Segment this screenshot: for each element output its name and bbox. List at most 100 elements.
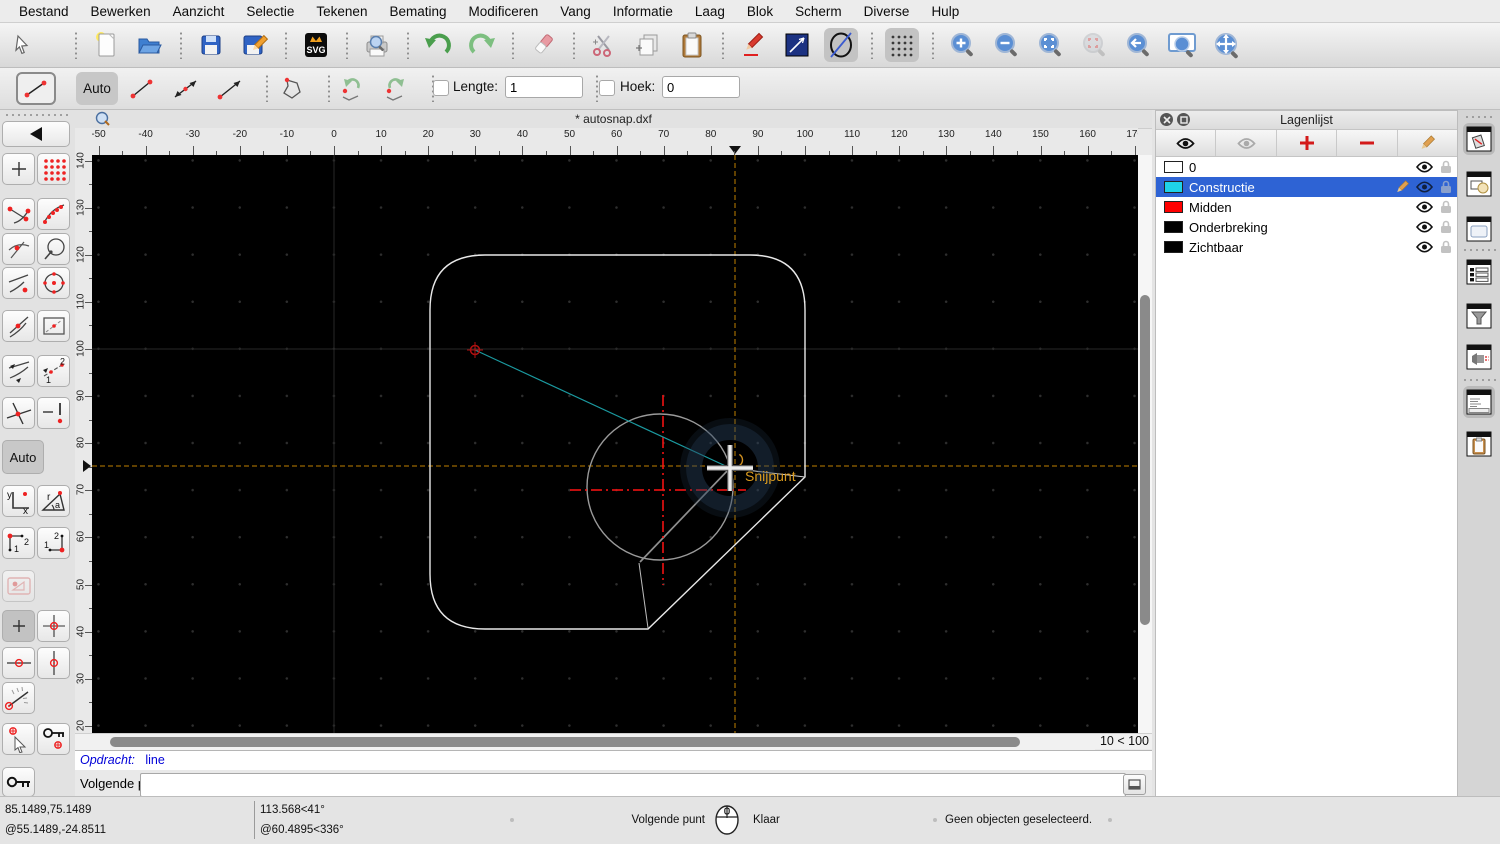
segment-mode-button[interactable] xyxy=(122,72,162,105)
menu-diverse[interactable]: Diverse xyxy=(853,4,921,19)
snap-endpoint-button[interactable] xyxy=(2,198,35,230)
restrict-image-button[interactable] xyxy=(2,570,35,602)
select-tool-button[interactable] xyxy=(5,28,39,62)
horizontal-scrollbar-thumb[interactable] xyxy=(110,737,1020,747)
edit-layer-button[interactable] xyxy=(1398,130,1457,156)
dock-library-panel-button[interactable] xyxy=(1463,213,1495,245)
snap-tangent-button[interactable] xyxy=(2,310,35,342)
open-file-button[interactable] xyxy=(133,28,167,62)
line-both-directions-button[interactable] xyxy=(166,72,206,105)
layer-visibility-toggle[interactable] xyxy=(1413,201,1435,213)
dock-filter-panel-button[interactable] xyxy=(1463,300,1495,332)
angle-checkbox[interactable] xyxy=(599,80,615,96)
cut-button[interactable] xyxy=(587,28,621,62)
vertical-scrollbar[interactable] xyxy=(1138,155,1152,733)
save-button[interactable] xyxy=(194,28,228,62)
menu-vang[interactable]: Vang xyxy=(549,4,602,19)
menu-aanzicht[interactable]: Aanzicht xyxy=(162,4,236,19)
menu-bewerken[interactable]: Bewerken xyxy=(80,4,162,19)
add-layer-button[interactable] xyxy=(1277,130,1337,156)
restrict-orthogonal-button[interactable] xyxy=(37,610,70,642)
coordinate-polar-button[interactable]: ra xyxy=(37,485,70,517)
document-titlebar[interactable]: * autosnap.dxf xyxy=(75,110,1152,129)
menu-bemating[interactable]: Bemating xyxy=(378,4,457,19)
layer-lock-toggle[interactable] xyxy=(1435,240,1457,254)
dock-clipboard-panel-button[interactable] xyxy=(1463,428,1495,460)
zoom-auto-button[interactable] xyxy=(1034,28,1068,62)
layer-row-midden[interactable]: Midden xyxy=(1156,197,1457,217)
layer-lock-toggle[interactable] xyxy=(1435,200,1457,214)
ellipse-category-button[interactable] xyxy=(824,28,858,62)
redo-button[interactable] xyxy=(465,28,499,62)
restrict-nothing-button[interactable] xyxy=(2,610,35,642)
palette-back-button[interactable] xyxy=(2,121,70,147)
panel-close-button[interactable] xyxy=(1160,113,1173,126)
layer-row-constructie[interactable]: Constructie xyxy=(1156,177,1457,197)
layer-visibility-toggle[interactable] xyxy=(1413,221,1435,233)
menu-blok[interactable]: Blok xyxy=(736,4,784,19)
snap-center-button[interactable] xyxy=(37,267,70,299)
menu-laag[interactable]: Laag xyxy=(684,4,736,19)
zoom-selected-button[interactable] xyxy=(1078,28,1112,62)
auto-mode-button[interactable]: Auto xyxy=(76,72,118,105)
layer-lock-toggle[interactable] xyxy=(1435,160,1457,174)
restrict-vertical-button[interactable] xyxy=(37,647,70,679)
panel-float-button[interactable] xyxy=(1177,113,1190,126)
pen-tool-button[interactable] xyxy=(736,28,770,62)
layer-row-0[interactable]: 0 xyxy=(1156,157,1457,177)
snap-free-button[interactable] xyxy=(2,153,35,185)
hide-all-layers-button[interactable] xyxy=(1216,130,1276,156)
dock-layer-panel-button[interactable] xyxy=(1463,123,1495,155)
menu-selectie[interactable]: Selectie xyxy=(235,4,305,19)
snap-grid-button[interactable] xyxy=(37,153,70,185)
zoom-in-button[interactable] xyxy=(946,28,980,62)
snap-distance-button[interactable] xyxy=(2,355,35,387)
dock-command-widget-button[interactable] xyxy=(1463,341,1495,373)
snap-distance-manual-button[interactable]: 12 xyxy=(37,355,70,387)
palette-drag-handle[interactable] xyxy=(4,113,68,116)
new-document-button[interactable] xyxy=(89,28,123,62)
menu-bestand[interactable]: Bestand xyxy=(8,4,80,19)
zoom-previous-button[interactable] xyxy=(1122,28,1156,62)
dock-block-panel-button[interactable] xyxy=(1463,168,1495,200)
layer-visibility-toggle[interactable] xyxy=(1413,241,1435,253)
restrict-intersection-manual-button[interactable] xyxy=(37,397,70,429)
menu-modificeren[interactable]: Modificeren xyxy=(458,4,550,19)
show-all-layers-button[interactable] xyxy=(1156,130,1216,156)
length-checkbox[interactable] xyxy=(433,80,449,96)
snap-on-entity-button[interactable] xyxy=(37,198,70,230)
close-polyline-button[interactable] xyxy=(272,72,312,105)
snap-intersection-auto-button[interactable] xyxy=(2,233,35,265)
command-options-button[interactable] xyxy=(1123,774,1146,795)
snap-middle-button[interactable] xyxy=(37,310,70,342)
layer-row-zichtbaar[interactable]: Zichtbaar xyxy=(1156,237,1457,257)
horizontal-scrollbar[interactable] xyxy=(75,733,1095,750)
relative-point-1-button[interactable]: 12 xyxy=(2,527,35,559)
zoom-window-button[interactable] xyxy=(1166,28,1200,62)
length-input[interactable] xyxy=(505,76,583,98)
line-category-button[interactable] xyxy=(780,28,814,62)
flap-edge-line[interactable] xyxy=(639,563,648,628)
zoom-pan-button[interactable] xyxy=(1210,28,1244,62)
set-relative-zero-button[interactable] xyxy=(2,723,35,755)
menu-informatie[interactable]: Informatie xyxy=(602,4,684,19)
undo-button[interactable] xyxy=(421,28,455,62)
paste-button[interactable] xyxy=(675,28,709,62)
layer-lock-toggle[interactable] xyxy=(1435,180,1457,194)
command-input[interactable] xyxy=(140,773,1126,797)
dock-entity-list-button[interactable] xyxy=(1463,256,1495,288)
lock-relative-zero-button[interactable] xyxy=(37,723,70,755)
relative-point-2-button[interactable]: 12 xyxy=(37,527,70,559)
save-as-button[interactable] xyxy=(238,28,272,62)
menu-scherm[interactable]: Scherm xyxy=(784,4,853,19)
restrict-intersection-button[interactable] xyxy=(2,397,35,429)
redo-segment-button[interactable] xyxy=(376,72,416,105)
drawing-canvas[interactable]: Snijpunt xyxy=(92,155,1138,733)
delete-button[interactable] xyxy=(526,28,560,62)
lock-button[interactable] xyxy=(2,767,35,797)
coordinate-xy-button[interactable]: yx xyxy=(2,485,35,517)
vertical-scrollbar-thumb[interactable] xyxy=(1140,295,1150,625)
angle-input[interactable] xyxy=(662,76,740,98)
zoom-out-button[interactable] xyxy=(990,28,1024,62)
dock-command-line-button[interactable] xyxy=(1463,386,1495,418)
